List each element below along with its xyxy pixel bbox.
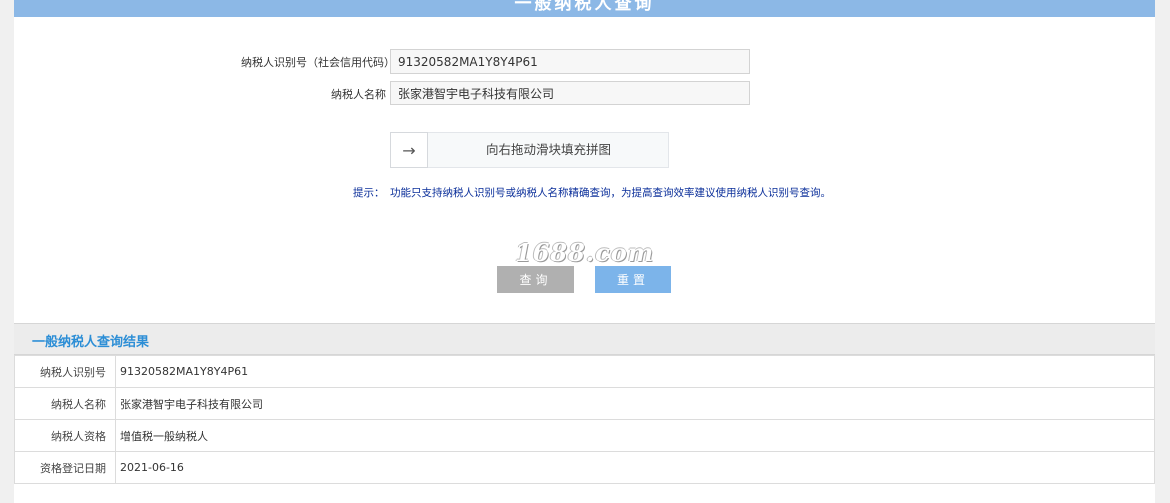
hint-text: 功能只支持纳税人识别号或纳税人名称精确查询，为提高查询效率建议使用纳税人识别号查…	[390, 187, 831, 199]
reset-button[interactable]: 重置	[595, 266, 671, 293]
slider-handle[interactable]: →	[390, 132, 428, 168]
result-header: 一般纳税人查询结果	[14, 323, 1155, 355]
page: 一般纳税人查询 纳税人识别号（社会信用代码） 纳税人名称 → 向右拖动滑块填充拼…	[14, 0, 1155, 503]
page-title: 一般纳税人查询	[514, 0, 655, 14]
hint-label: 提示：	[353, 187, 385, 199]
result-table: 纳税人识别号 91320582MA1Y8Y4P61 纳税人名称 张家港智宇电子科…	[14, 355, 1155, 484]
taxpayer-id-input[interactable]	[390, 49, 750, 74]
captcha-slider: → 向右拖动滑块填充拼图	[390, 132, 669, 168]
table-row: 资格登记日期 2021-06-16	[14, 451, 1155, 484]
row-label: 纳税人识别号	[14, 355, 116, 388]
row-label: 纳税人名称	[14, 387, 116, 420]
result-title: 一般纳税人查询结果	[32, 335, 150, 350]
slider-instruction: 向右拖动滑块填充拼图	[485, 142, 611, 157]
row-value: 增值税一般纳税人	[115, 419, 1155, 452]
row-value: 2021-06-16	[115, 451, 1155, 484]
watermark: 1688.com	[515, 238, 655, 267]
header-bar: 一般纳税人查询	[14, 0, 1155, 17]
query-button[interactable]: 查询	[497, 266, 574, 293]
row-label: 资格登记日期	[14, 451, 116, 484]
table-row: 纳税人识别号 91320582MA1Y8Y4P61	[14, 355, 1155, 388]
row-value: 91320582MA1Y8Y4P61	[115, 355, 1155, 388]
row-value: 张家港智宇电子科技有限公司	[115, 387, 1155, 420]
table-row: 纳税人名称 张家港智宇电子科技有限公司	[14, 387, 1155, 420]
taxpayer-id-label: 纳税人识别号（社会信用代码）	[241, 56, 395, 69]
arrow-right-icon: →	[402, 140, 416, 160]
table-row: 纳税人资格 增值税一般纳税人	[14, 419, 1155, 452]
taxpayer-name-input[interactable]	[390, 81, 750, 105]
taxpayer-name-label: 纳税人名称	[331, 88, 386, 101]
row-label: 纳税人资格	[14, 419, 116, 452]
